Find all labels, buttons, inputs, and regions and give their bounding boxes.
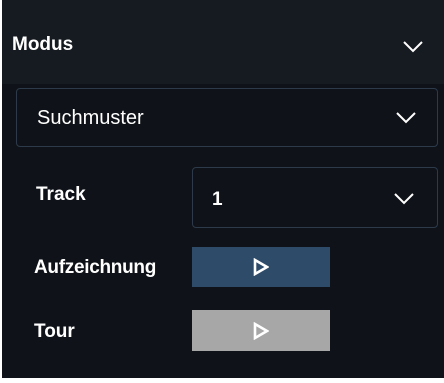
tour-play-button[interactable] [192, 310, 330, 351]
panel-header[interactable]: Modus [2, 0, 444, 84]
tour-label: Tour [34, 321, 75, 342]
recording-play-button[interactable] [192, 247, 330, 287]
mode-select[interactable]: Suchmuster [16, 88, 438, 147]
track-select-value: 1 [212, 189, 223, 210]
track-label: Track [36, 184, 86, 205]
screenshot-frame: Modus Suchmuster Track 1 Aufzeichnung To… [0, 0, 444, 383]
chevron-down-icon [396, 112, 416, 124]
recording-label: Aufzeichnung [34, 257, 156, 278]
track-select[interactable]: 1 [192, 167, 438, 228]
chevron-down-icon[interactable] [402, 40, 424, 54]
mode-panel: Modus Suchmuster Track 1 Aufzeichnung To… [2, 0, 444, 378]
panel-title: Modus [12, 34, 74, 55]
chevron-down-icon [394, 193, 414, 205]
play-icon [253, 258, 269, 276]
play-icon [253, 322, 269, 340]
mode-select-value: Suchmuster [37, 107, 144, 129]
